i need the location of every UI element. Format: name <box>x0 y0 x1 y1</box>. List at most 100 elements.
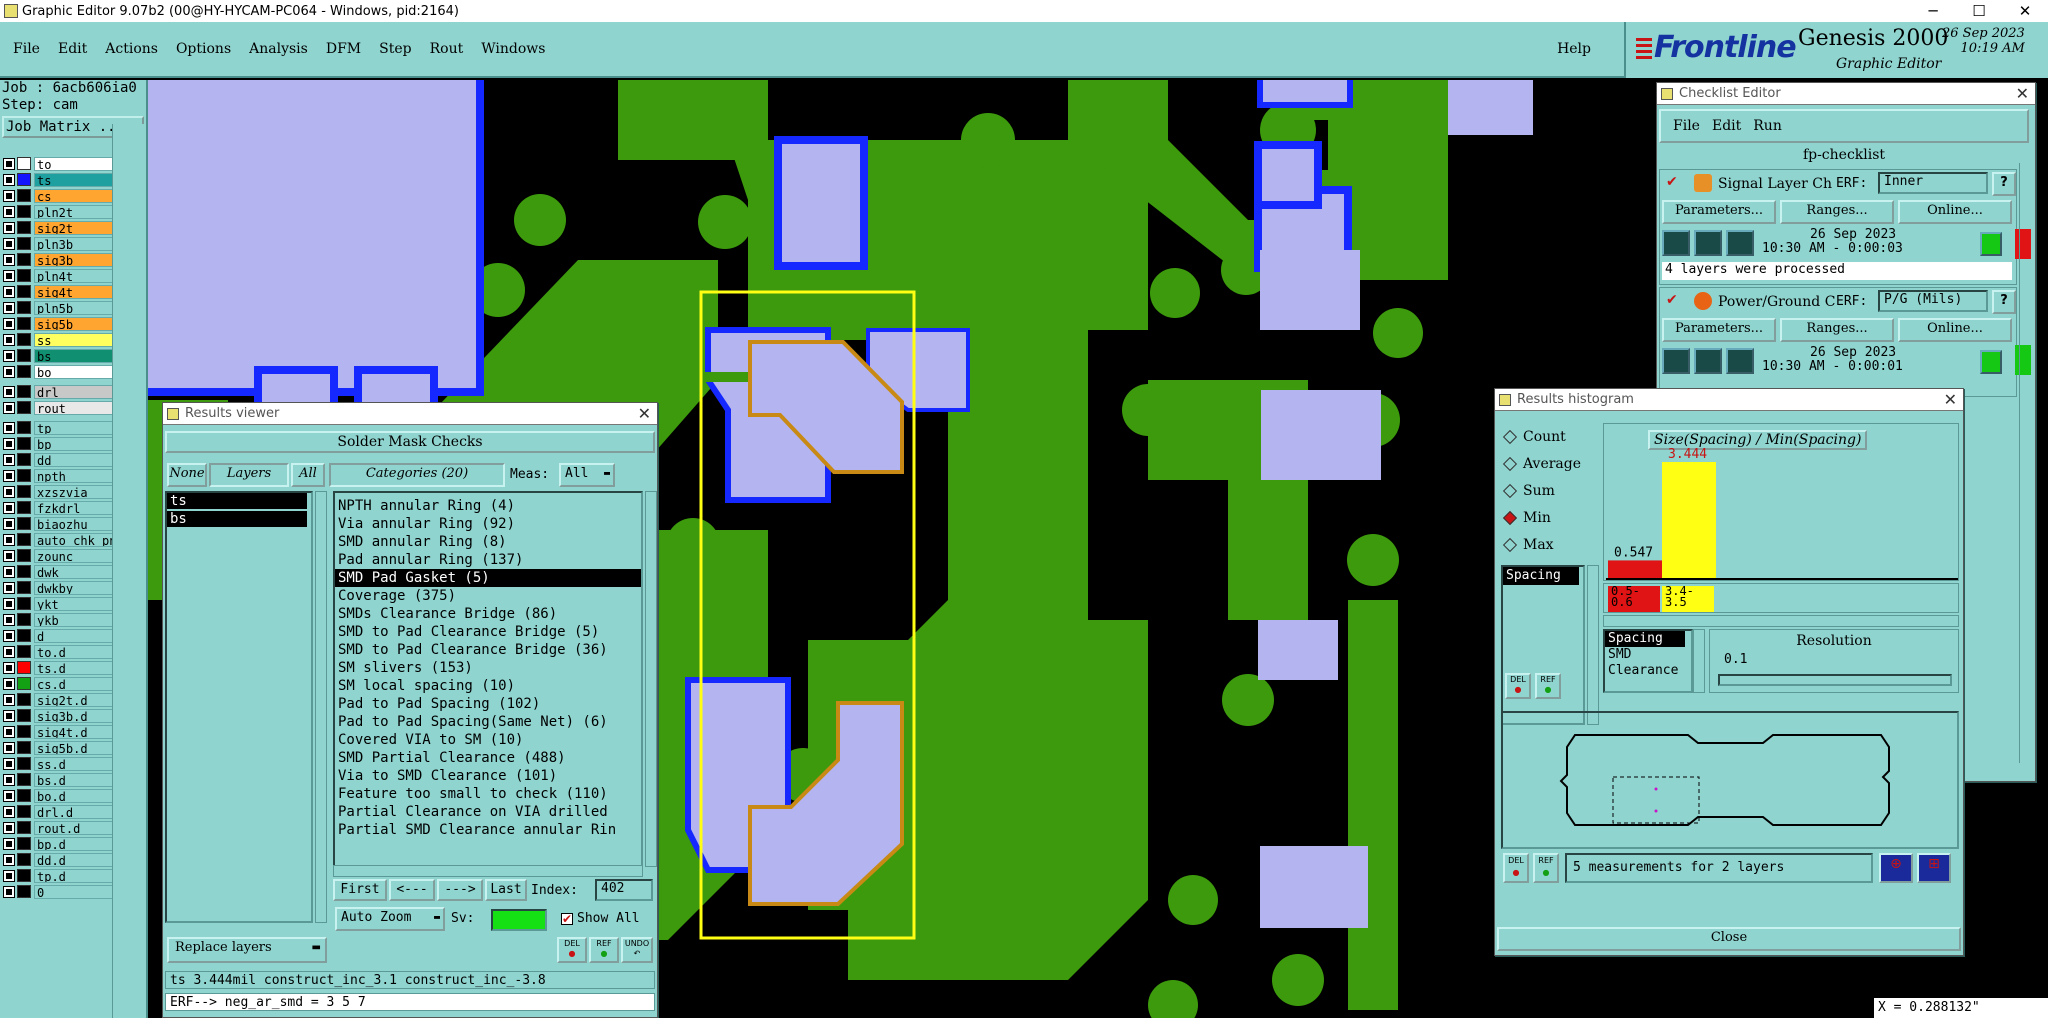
layer-name[interactable]: to <box>34 156 118 171</box>
layer-color-swatch[interactable] <box>17 317 31 330</box>
layer-checkbox[interactable] <box>3 333 15 346</box>
bin-label-2[interactable]: 3.4- 3.5 <box>1662 585 1714 612</box>
layer-name[interactable]: rout.d <box>34 820 118 835</box>
next-button[interactable]: ---> <box>437 879 483 901</box>
category-item[interactable]: Pad annular Ring (137) <box>335 551 641 569</box>
layer-row[interactable]: 0 <box>0 884 118 899</box>
layer-name[interactable]: sig3b.d <box>34 708 118 723</box>
checklist-menu-file[interactable]: File <box>1673 118 1700 134</box>
measure-type-listbox[interactable]: Spacing SMD Clearance <box>1603 629 1693 693</box>
layer-color-swatch[interactable] <box>17 885 31 898</box>
layer-name[interactable]: ts <box>34 172 118 187</box>
layer-checkbox[interactable] <box>3 645 15 658</box>
layer-color-swatch[interactable] <box>17 869 31 882</box>
close-icon[interactable]: ✕ <box>1944 390 1957 409</box>
layer-checkbox[interactable] <box>3 741 15 754</box>
categories-listbox[interactable]: NPTH annular Ring (4) Via annular Ring (9… <box>333 491 643 867</box>
layer-checkbox[interactable] <box>3 453 15 466</box>
layer-name[interactable]: bs.d <box>34 772 118 787</box>
layer-color-swatch[interactable] <box>17 453 31 466</box>
ranges-button[interactable]: Ranges... <box>1780 200 1894 224</box>
menu-actions[interactable]: Actions <box>100 39 163 59</box>
category-item[interactable]: SMD Pad Gasket (5) <box>335 569 641 587</box>
layer-checkbox[interactable] <box>3 597 15 610</box>
layer-color-swatch[interactable] <box>17 741 31 754</box>
layer-row[interactable]: fzkdrl <box>0 500 118 515</box>
layer-row[interactable]: ss <box>0 332 118 347</box>
layer-name[interactable]: ykt <box>34 596 118 611</box>
online-button[interactable]: Online... <box>1898 200 2012 224</box>
layer-checkbox[interactable] <box>3 661 15 674</box>
layer-name[interactable]: sig4t.d <box>34 724 118 739</box>
del-button[interactable]: DEL ● <box>1503 853 1529 883</box>
layer-color-swatch[interactable] <box>17 437 31 450</box>
category-item[interactable]: NPTH annular Ring (4) <box>335 497 641 515</box>
run-icon[interactable] <box>1694 230 1722 256</box>
layer-checkbox[interactable] <box>3 709 15 722</box>
layer-color-swatch[interactable] <box>17 693 31 706</box>
category-item[interactable]: SMD annular Ring (8) <box>335 533 641 551</box>
layers-listbox[interactable]: ts bs <box>165 491 313 923</box>
layer-name[interactable]: fzkdrl <box>34 500 118 515</box>
layer-checkbox[interactable] <box>3 421 15 434</box>
layer-checkbox[interactable] <box>3 549 15 562</box>
search-icon[interactable] <box>1980 232 2002 256</box>
zoom-in-icon[interactable]: ⊕ <box>1879 853 1913 883</box>
layer-color-swatch[interactable] <box>17 773 31 786</box>
layer-color-swatch[interactable] <box>17 533 31 546</box>
none-button[interactable]: None <box>167 463 207 487</box>
run-icon[interactable] <box>1662 348 1690 374</box>
layer-name[interactable]: dwk <box>34 564 118 579</box>
layer-row[interactable]: pln5b <box>0 300 118 315</box>
layer-row[interactable]: ts <box>0 172 118 187</box>
category-item[interactable]: SM local spacing (10) <box>335 677 641 695</box>
layer-name[interactable]: d <box>34 628 118 643</box>
layer-row[interactable]: dd <box>0 452 118 467</box>
category-item[interactable]: Via to SMD Clearance (101) <box>335 767 641 785</box>
layer-row[interactable]: ykt <box>0 596 118 611</box>
layer-checkbox[interactable] <box>3 501 15 514</box>
layer-color-swatch[interactable] <box>17 853 31 866</box>
layer-checkbox[interactable] <box>3 401 15 414</box>
layer-row[interactable]: bp.d <box>0 836 118 851</box>
layer-name[interactable]: rout <box>34 400 118 415</box>
stat-option[interactable]: Sum <box>1501 477 1597 504</box>
layer-checkbox[interactable] <box>3 869 15 882</box>
layer-name[interactable]: pln3b <box>34 236 118 251</box>
layer-name[interactable]: xzszvia <box>34 484 118 499</box>
layer-row[interactable]: pln3b <box>0 236 118 251</box>
category-item[interactable]: Coverage (375) <box>335 587 641 605</box>
layer-color-swatch[interactable] <box>17 253 31 266</box>
categories-button[interactable]: Categories (20) <box>329 463 505 487</box>
layer-row[interactable]: bs.d <box>0 772 118 787</box>
layer-row[interactable]: rout <box>0 400 118 415</box>
layer-color-swatch[interactable] <box>17 221 31 234</box>
layer-name[interactable]: bs <box>34 348 118 363</box>
replace-layers-select[interactable]: Replace layers ▬ <box>167 937 327 963</box>
sv-color-select[interactable] <box>491 909 547 931</box>
layer-name[interactable]: ykb <box>34 612 118 627</box>
layer-color-swatch[interactable] <box>17 805 31 818</box>
category-item[interactable]: Covered VIA to SM (10) <box>335 731 641 749</box>
layer-row[interactable]: ts.d <box>0 660 118 675</box>
layer-checkbox[interactable] <box>3 469 15 482</box>
layer-name[interactable]: sig5b <box>34 316 118 331</box>
layer-color-swatch[interactable] <box>17 189 31 202</box>
layer-row[interactable]: sig4t.d <box>0 724 118 739</box>
layer-name[interactable]: ss.d <box>34 756 118 771</box>
layer-checkbox[interactable] <box>3 173 15 186</box>
layer-color-swatch[interactable] <box>17 237 31 250</box>
radio-icon[interactable] <box>1502 483 1518 498</box>
layer-color-swatch[interactable] <box>17 485 31 498</box>
layer-color-swatch[interactable] <box>17 501 31 514</box>
histogram-hscrollbar[interactable] <box>1603 615 1959 627</box>
layer-row[interactable]: rout.d <box>0 820 118 835</box>
layer-color-swatch[interactable] <box>17 269 31 282</box>
layer-checkbox[interactable] <box>3 269 15 282</box>
layer-row[interactable]: bs <box>0 348 118 363</box>
radio-icon[interactable] <box>1502 456 1518 471</box>
layer-name[interactable]: sig2t.d <box>34 692 118 707</box>
layer-checkbox[interactable] <box>3 285 15 298</box>
layer-row[interactable]: sig2t.d <box>0 692 118 707</box>
layer-checkbox[interactable] <box>3 189 15 202</box>
